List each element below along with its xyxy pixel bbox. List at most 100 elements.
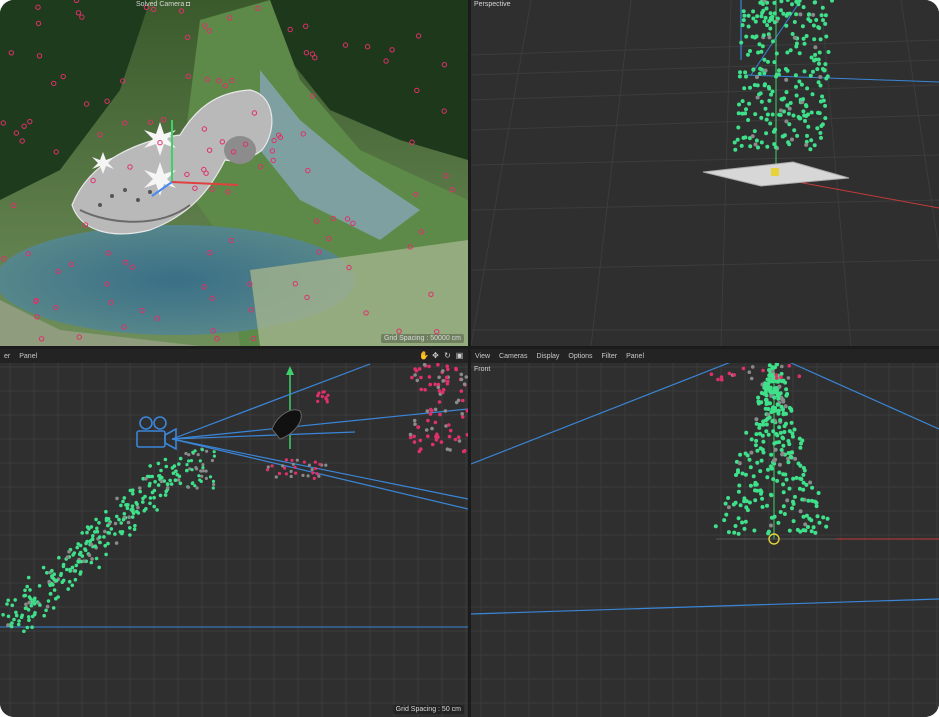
track-point	[748, 85, 752, 90]
menu-options[interactable]: Options	[568, 353, 592, 360]
perspective-viewport[interactable]: Perspective	[471, 0, 939, 346]
track-point	[26, 575, 31, 580]
track-point	[434, 434, 438, 439]
camera-icon[interactable]: ◘	[186, 1, 190, 8]
hand-pan-icon[interactable]: ✋	[419, 351, 429, 360]
menu-filter[interactable]: Filter	[602, 353, 618, 360]
track-point	[176, 478, 181, 482]
front-viewport[interactable]: View Cameras Display Options Filter Pane…	[471, 349, 939, 717]
track-point	[772, 514, 777, 519]
track-point	[293, 465, 297, 469]
track-point	[289, 474, 293, 479]
track-point	[61, 564, 66, 569]
track-point	[727, 371, 732, 376]
track-point	[772, 395, 777, 400]
track-point	[70, 583, 75, 588]
menu-cameras[interactable]: Cameras	[499, 353, 527, 360]
track-point	[743, 111, 748, 116]
track-point	[739, 143, 744, 148]
track-point	[766, 377, 771, 382]
track-point	[152, 495, 156, 500]
track-point	[777, 462, 782, 467]
track-point	[51, 606, 56, 610]
rotate-icon[interactable]: ↻	[443, 351, 452, 360]
track-point	[311, 471, 315, 475]
track-point	[121, 499, 125, 504]
track-point	[781, 443, 786, 448]
track-point	[740, 23, 745, 28]
track-point	[433, 407, 438, 412]
track-point	[430, 442, 435, 447]
track-point	[37, 584, 42, 588]
menu-display[interactable]: Display	[536, 353, 559, 360]
track-point	[790, 137, 794, 142]
track-point	[163, 457, 168, 462]
track-point	[802, 69, 807, 74]
move-icon[interactable]: ✥	[431, 351, 440, 360]
track-point	[50, 568, 54, 573]
track-point	[461, 449, 466, 454]
maximize-icon[interactable]: ▣	[455, 351, 464, 360]
track-point	[754, 138, 759, 143]
track-point	[189, 459, 194, 463]
track-point	[754, 432, 759, 437]
track-point	[427, 364, 431, 369]
track-point	[759, 14, 764, 19]
track-point	[185, 468, 189, 473]
track-point	[737, 483, 742, 488]
track-point	[781, 399, 786, 404]
track-point	[766, 432, 771, 437]
track-point	[42, 613, 46, 618]
track-point	[724, 512, 729, 517]
track-point	[144, 507, 148, 511]
track-point	[733, 524, 738, 528]
track-point	[795, 133, 800, 138]
track-point	[26, 615, 31, 619]
track-point	[760, 2, 765, 6]
track-point	[792, 35, 797, 40]
menu-view[interactable]: View	[475, 353, 490, 360]
track-point	[816, 491, 821, 495]
track-point	[816, 80, 821, 85]
track-point	[769, 466, 774, 471]
track-point	[25, 625, 30, 630]
track-point	[750, 134, 755, 139]
top-viewport[interactable]: er Panel ✋ ✥ ↻ ▣ Grid Spacing : 50 cm	[0, 349, 468, 717]
track-point	[766, 467, 770, 472]
track-point	[120, 530, 125, 534]
track-point	[201, 466, 205, 470]
track-point	[772, 20, 777, 25]
track-point	[197, 474, 201, 478]
track-point	[791, 519, 796, 524]
track-point	[115, 514, 119, 519]
track-point	[790, 2, 794, 7]
track-point	[818, 99, 823, 104]
track-point	[773, 447, 778, 452]
track-point	[780, 452, 785, 457]
track-point	[745, 508, 750, 513]
menu-item[interactable]: Panel	[19, 353, 37, 360]
track-point	[46, 599, 51, 603]
track-point	[24, 602, 28, 607]
track-point	[762, 83, 767, 88]
track-point	[426, 418, 430, 423]
track-point	[768, 121, 773, 126]
solved-camera-viewport[interactable]: Solved Camera ◘ Grid Spacing : 50000 cm	[0, 0, 468, 346]
menu-item[interactable]: er	[4, 353, 10, 360]
track-point	[33, 596, 37, 601]
track-point	[794, 41, 799, 46]
track-point	[178, 456, 183, 461]
menu-panel[interactable]: Panel	[626, 353, 644, 360]
track-point	[157, 474, 161, 478]
track-point	[23, 593, 28, 598]
track-point	[764, 397, 769, 402]
track-point	[774, 440, 779, 445]
track-point	[804, 104, 809, 109]
track-point	[738, 70, 742, 75]
track-point	[771, 405, 775, 410]
track-point	[774, 74, 779, 79]
track-point	[736, 516, 741, 521]
track-point	[130, 515, 135, 519]
track-point	[426, 434, 430, 438]
track-point	[748, 465, 753, 470]
